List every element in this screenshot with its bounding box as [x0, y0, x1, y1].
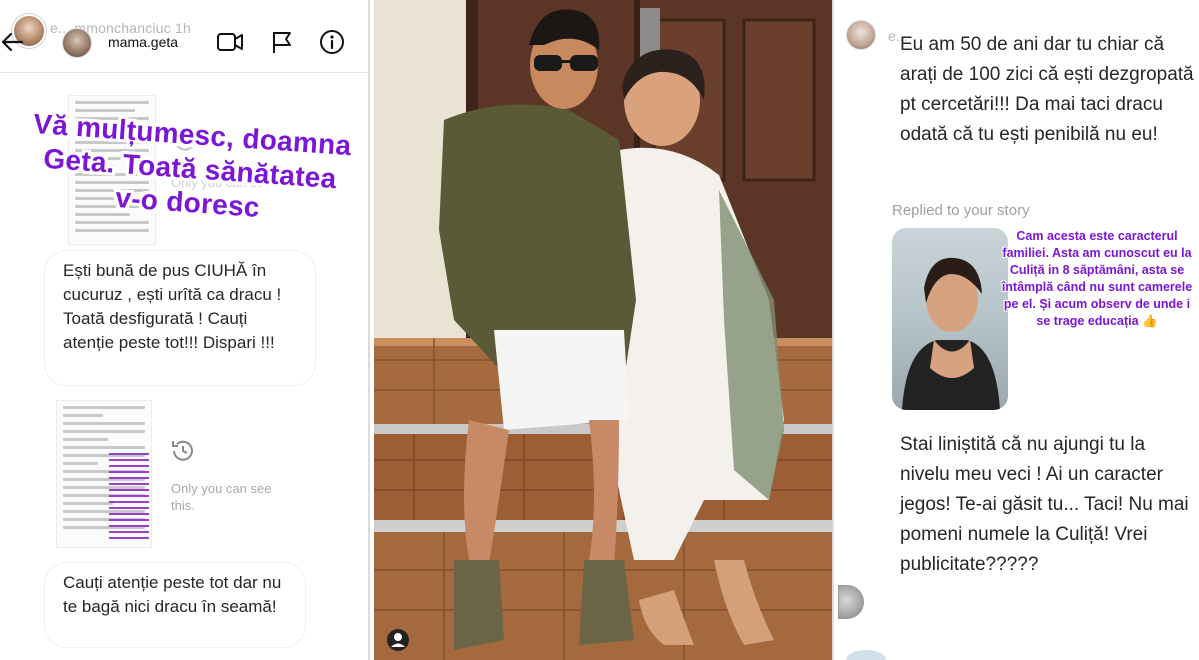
history-icon	[172, 440, 193, 461]
photo-panel	[374, 0, 834, 660]
shared-story-thumbnail[interactable]	[56, 400, 152, 548]
thread-avatar[interactable]	[62, 28, 92, 58]
thread-name[interactable]: mama.geta	[108, 34, 178, 50]
info-icon[interactable]	[318, 29, 346, 55]
story-reply-thumbnail[interactable]	[892, 228, 1008, 410]
thumbnail-purple-text	[109, 449, 149, 543]
couple-photo	[374, 0, 832, 660]
message-text: Stai liniștită că nu ajungi tu la nivelu…	[900, 434, 1189, 575]
flag-icon[interactable]	[268, 29, 296, 55]
replied-to-story-label: Replied to your story	[892, 202, 1030, 219]
back-arrow-icon[interactable]	[0, 30, 26, 54]
reply-sticker-text: Cam acesta este caracterul familiei. Ast…	[1001, 229, 1193, 328]
dm-header: e... mmonchanciuc 1h mama.geta	[0, 0, 368, 72]
message-bubble: Ești bună de pus CIUHĂ în cucuruz , ești…	[44, 250, 316, 386]
sneaker	[454, 560, 504, 650]
sender-avatar[interactable]	[838, 585, 864, 619]
thread-avatar[interactable]	[846, 20, 876, 50]
video-camera-icon[interactable]	[216, 29, 244, 55]
woman-video-thumbnail	[902, 257, 1000, 410]
man-shorts	[494, 330, 629, 430]
next-message-avatar	[846, 650, 886, 660]
left-dm-screenshot: e... mmonchanciuc 1h mama.geta Only you …	[0, 0, 370, 660]
only-you-can-see-label: Only you can see this.	[171, 481, 272, 513]
right-dm-screenshot: e... Eu am 50 de ani dar tu chiar că ara…	[838, 0, 1199, 660]
sunglasses	[534, 55, 562, 71]
profile-icon[interactable]	[386, 628, 410, 652]
message-text: Eu am 50 de ani dar tu chiar că arați de…	[900, 34, 1194, 145]
message-bubble: Cauți atenție peste tot dar nu te bagă n…	[44, 562, 306, 648]
header-divider	[0, 72, 368, 73]
